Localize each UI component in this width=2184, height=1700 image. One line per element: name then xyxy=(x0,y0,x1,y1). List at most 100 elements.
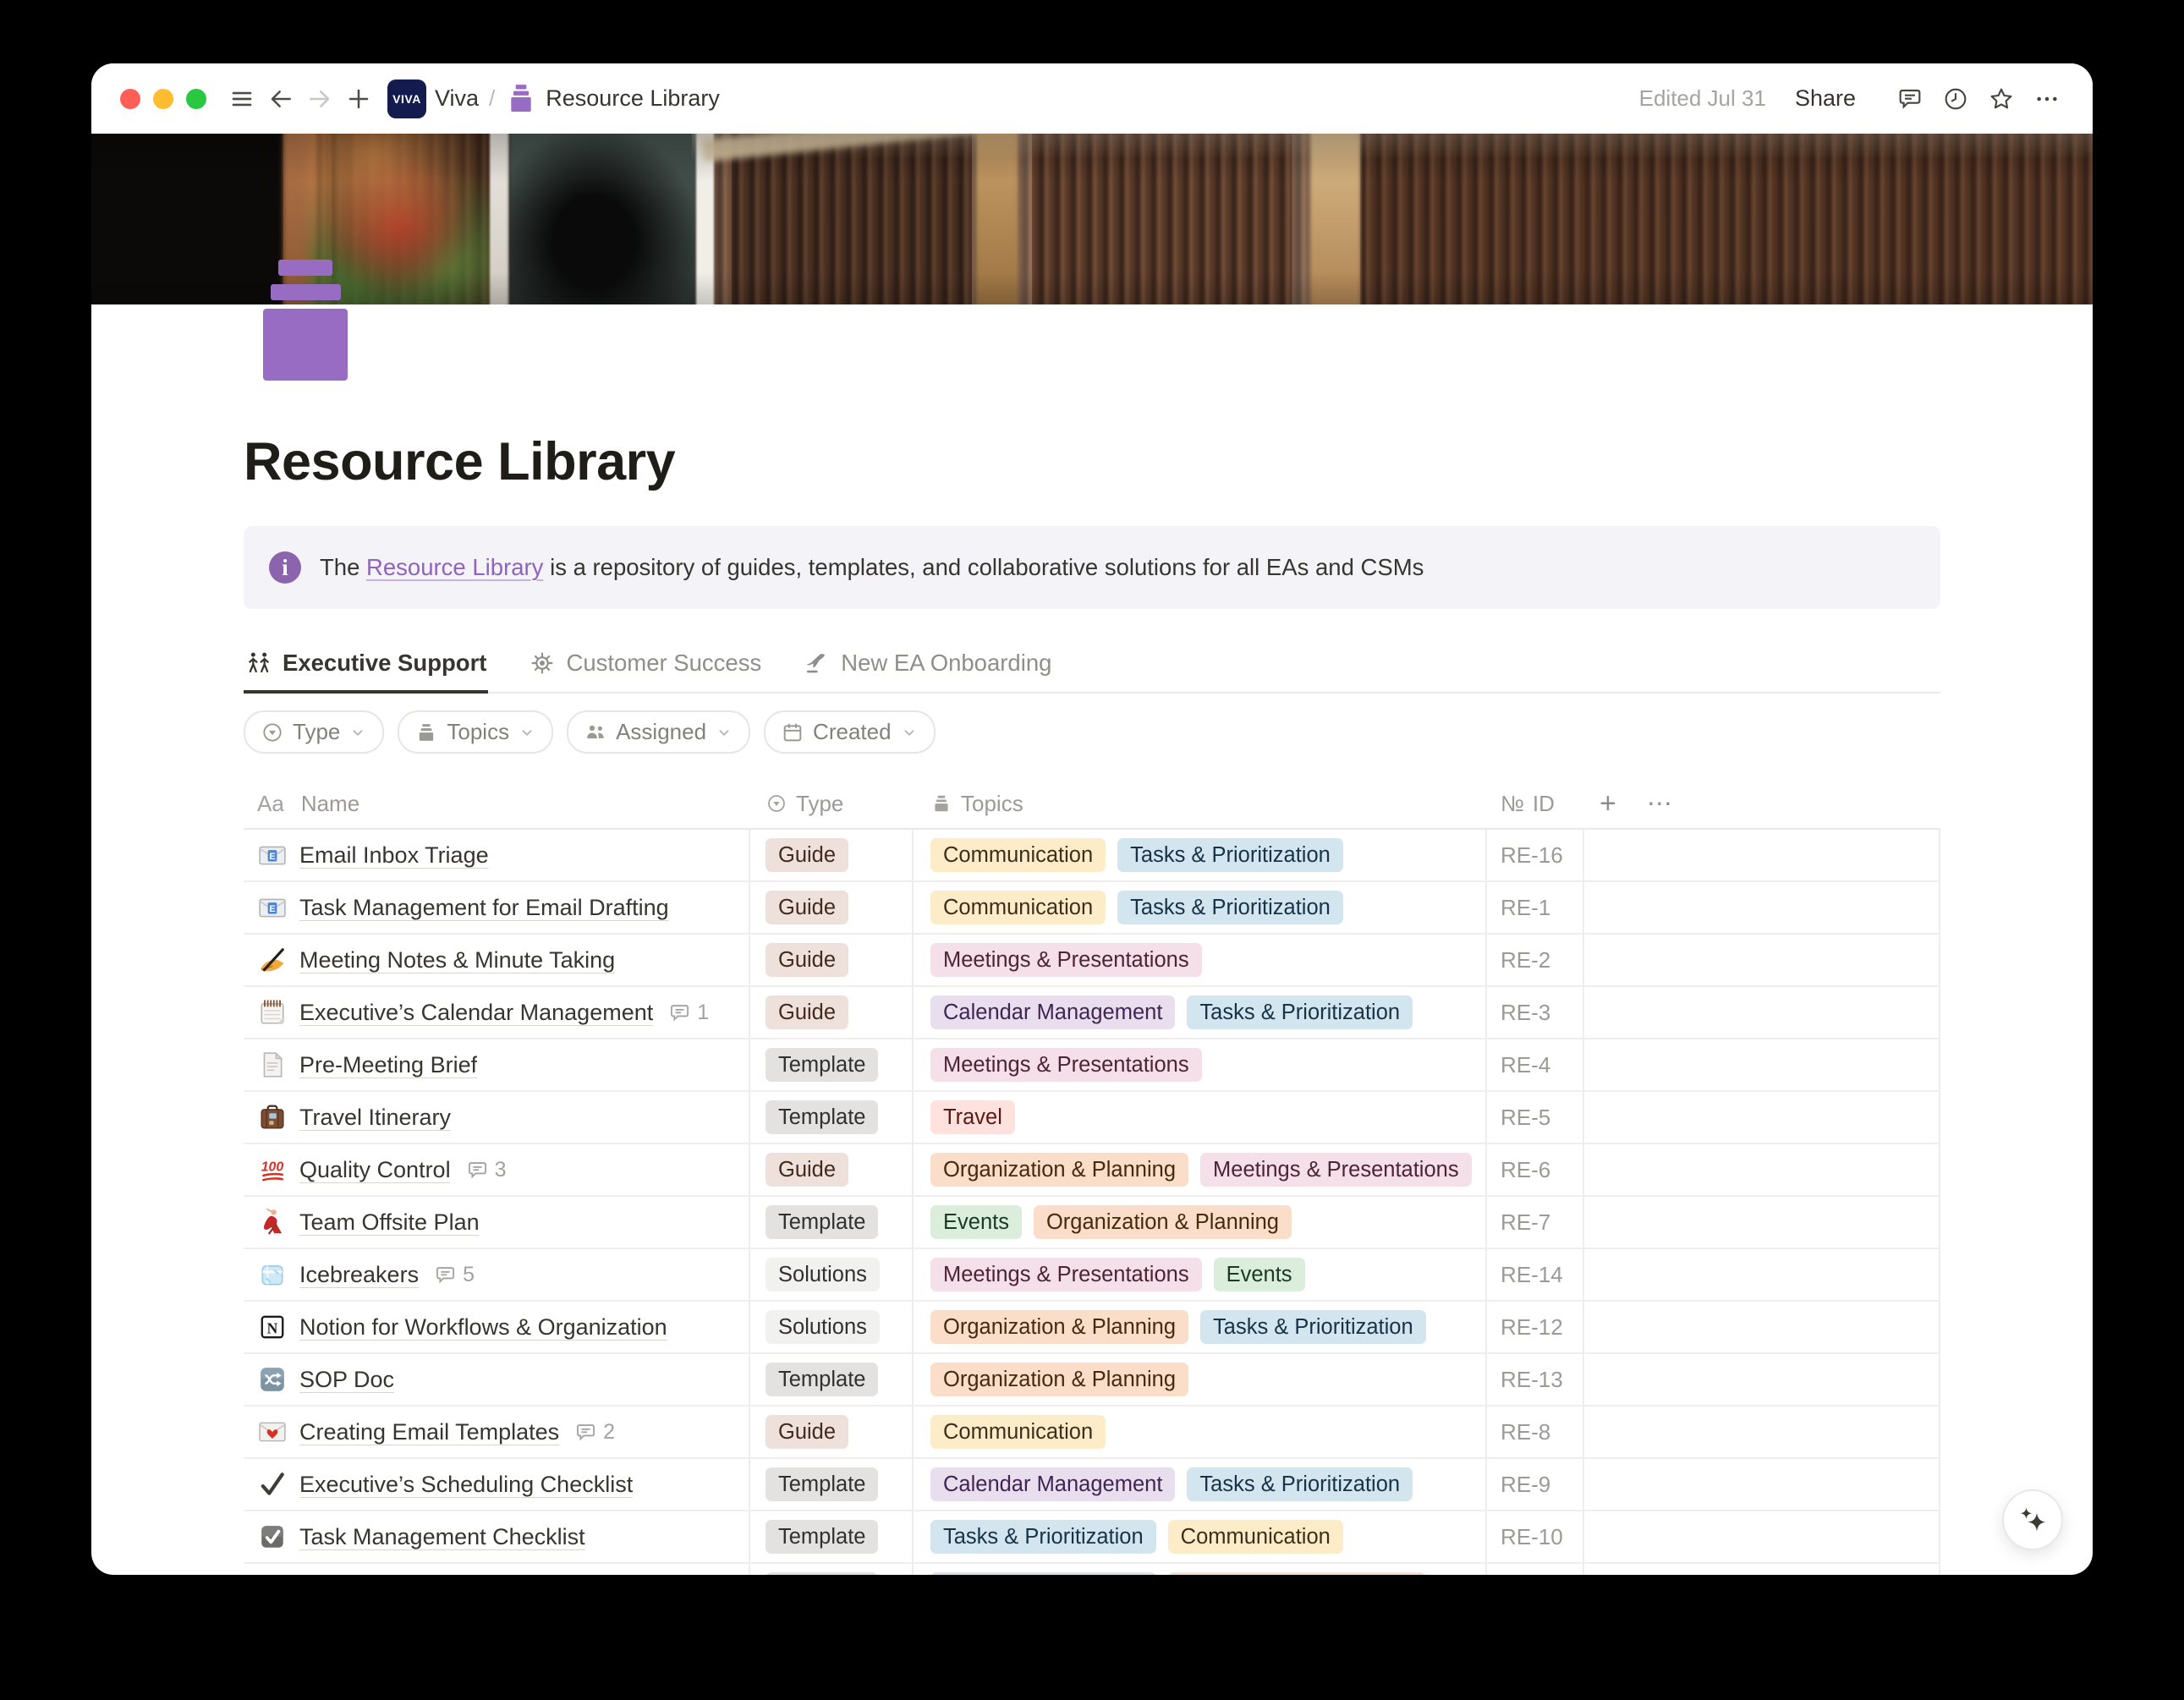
table-row[interactable]: Executive’s Calendar Management 1 GuideCal… xyxy=(244,987,1940,1039)
type-cell[interactable]: Solutions xyxy=(750,1249,914,1300)
row-title[interactable]: Meeting Notes & Minute Taking xyxy=(299,947,615,973)
id-cell[interactable]: RE-11 xyxy=(1487,1564,1584,1575)
ai-assistant-button[interactable] xyxy=(2002,1489,2063,1550)
breadcrumb-workspace[interactable]: Viva xyxy=(435,85,479,112)
row-title[interactable]: Pre-Meeting Brief xyxy=(299,1052,477,1078)
row-title[interactable]: Task Management for Email Drafting xyxy=(299,895,669,921)
table-row[interactable]: Task Management Checklist TemplateTasks &… xyxy=(244,1511,1940,1564)
filter-created[interactable]: Created xyxy=(764,710,936,754)
id-cell[interactable]: RE-3 xyxy=(1487,987,1584,1038)
row-title[interactable]: Creating Email Templates xyxy=(299,1419,559,1445)
breadcrumb-page[interactable]: Resource Library xyxy=(546,85,720,112)
column-header-topics[interactable]: Topics xyxy=(914,791,1487,817)
tab-executive-support[interactable]: Executive Support xyxy=(244,641,488,694)
callout-link[interactable]: Resource Library xyxy=(366,554,543,580)
topics-cell[interactable]: Calendar ManagementTasks & Prioritizatio… xyxy=(914,1459,1487,1510)
topics-cell[interactable]: Meetings & Presentations xyxy=(914,1039,1487,1090)
back-arrow-icon[interactable] xyxy=(264,82,298,116)
table-row[interactable]: EEmail Inbox TriageGuideCommunicationTas… xyxy=(244,830,1940,882)
column-header-id[interactable]: № ID xyxy=(1487,791,1584,817)
topics-cell[interactable]: CommunicationTasks & Prioritization xyxy=(914,830,1487,880)
table-row[interactable]: Team Offsite Plan TemplateEventsOrganizat… xyxy=(244,1197,1940,1249)
row-title[interactable]: Travel Itinerary xyxy=(299,1105,451,1131)
share-button[interactable]: Share xyxy=(1795,85,1856,112)
table-row[interactable]: SOP DocTemplateOrganization & PlanningRE… xyxy=(244,1354,1940,1407)
comment-count[interactable]: 3 xyxy=(466,1158,507,1182)
type-cell[interactable]: Guide xyxy=(750,987,914,1038)
forward-arrow-icon[interactable] xyxy=(303,82,337,116)
type-cell[interactable]: Template xyxy=(750,1511,914,1562)
zoom-button[interactable] xyxy=(186,89,206,109)
comments-icon[interactable] xyxy=(1893,82,1927,116)
id-cell[interactable]: RE-4 xyxy=(1487,1039,1584,1090)
topics-cell[interactable]: Organization & PlanningTasks & Prioritiz… xyxy=(914,1302,1487,1352)
id-cell[interactable]: RE-13 xyxy=(1487,1354,1584,1405)
type-cell[interactable]: Template xyxy=(750,1564,914,1575)
id-cell[interactable]: RE-5 xyxy=(1487,1092,1584,1143)
minimize-button[interactable] xyxy=(153,89,173,109)
workspace-logo[interactable]: VIVA xyxy=(387,80,426,118)
type-cell[interactable]: Template xyxy=(750,1092,914,1143)
comment-count[interactable]: 1 xyxy=(668,1001,709,1025)
id-cell[interactable]: RE-6 xyxy=(1487,1144,1584,1195)
add-column-button[interactable]: + xyxy=(1600,787,1616,820)
filter-assigned[interactable]: Assigned xyxy=(567,710,750,754)
type-cell[interactable]: Guide xyxy=(750,1144,914,1195)
filter-type[interactable]: Type xyxy=(244,710,384,754)
topics-cell[interactable]: Organization & PlanningMeetings & Presen… xyxy=(914,1144,1487,1195)
tab-new-ea-onboarding[interactable]: New EA Onboarding xyxy=(802,641,1053,694)
topics-cell[interactable]: Organization & Planning xyxy=(914,1354,1487,1405)
topics-cell[interactable]: CommunicationTasks & Prioritization xyxy=(914,882,1487,933)
column-header-name[interactable]: Aa Name xyxy=(244,791,750,817)
table-row[interactable]: Icebreakers5SolutionsMeetings & Presenta… xyxy=(244,1249,1940,1302)
page-title[interactable]: Resource Library xyxy=(244,431,1940,492)
more-options-icon[interactable] xyxy=(2030,82,2064,116)
row-title[interactable]: Team Offsite Plan xyxy=(299,1209,480,1236)
table-row[interactable]: 100Quality Control3GuideOrganization & P… xyxy=(244,1144,1940,1197)
row-title[interactable]: Notion for Workflows & Organization xyxy=(299,1314,667,1341)
table-row[interactable]: Creating Email Templates2GuideCommunicat… xyxy=(244,1407,1940,1459)
history-clock-icon[interactable] xyxy=(1939,82,1973,116)
table-row[interactable]: Executive’s Scheduling ChecklistTemplate… xyxy=(244,1459,1940,1511)
topics-cell[interactable]: Communication xyxy=(914,1407,1487,1457)
type-cell[interactable]: Solutions xyxy=(750,1302,914,1352)
id-cell[interactable]: RE-7 xyxy=(1487,1197,1584,1248)
topics-cell[interactable]: Calendar ManagementTasks & Prioritizatio… xyxy=(914,987,1487,1038)
type-cell[interactable]: Template xyxy=(750,1459,914,1510)
id-cell[interactable]: RE-10 xyxy=(1487,1511,1584,1562)
row-title[interactable]: SOP Doc xyxy=(299,1367,394,1393)
comment-count[interactable]: 5 xyxy=(434,1263,475,1287)
table-row[interactable]: Travel Itinerary TemplateTravelRE-5 xyxy=(244,1092,1940,1144)
type-cell[interactable]: Template xyxy=(750,1039,914,1090)
table-row[interactable]: Weekly BriefingTemplateTasks & Prioritiz… xyxy=(244,1564,1940,1575)
table-row[interactable]: NNotion for Workflows & OrganizationSolu… xyxy=(244,1302,1940,1354)
page-archive-icon[interactable] xyxy=(263,260,348,381)
id-cell[interactable]: RE-9 xyxy=(1487,1459,1584,1510)
topics-cell[interactable]: Tasks & PrioritizationOrganization & Pla… xyxy=(914,1564,1487,1575)
topics-cell[interactable]: Travel xyxy=(914,1092,1487,1143)
new-page-icon[interactable] xyxy=(342,82,376,116)
table-row[interactable]: Meeting Notes & Minute TakingGuideMeetin… xyxy=(244,935,1940,987)
row-title[interactable]: Quality Control xyxy=(299,1157,451,1183)
close-button[interactable] xyxy=(120,89,140,109)
type-cell[interactable]: Guide xyxy=(750,1407,914,1457)
topics-cell[interactable]: EventsOrganization & Planning xyxy=(914,1197,1487,1248)
row-title[interactable]: Executive’s Calendar Management xyxy=(299,1000,653,1026)
type-cell[interactable]: Guide xyxy=(750,935,914,985)
table-row[interactable]: ETask Management for Email DraftingGuide… xyxy=(244,882,1940,935)
row-title[interactable]: Icebreakers xyxy=(299,1262,419,1288)
row-title[interactable]: Task Management Checklist xyxy=(299,1524,585,1550)
type-cell[interactable]: Guide xyxy=(750,882,914,933)
menu-icon[interactable] xyxy=(225,82,259,116)
type-cell[interactable]: Template xyxy=(750,1197,914,1248)
tab-customer-success[interactable]: Customer Success xyxy=(527,641,763,694)
topics-cell[interactable]: Tasks & PrioritizationCommunication xyxy=(914,1511,1487,1562)
type-cell[interactable]: Guide xyxy=(750,830,914,880)
column-header-type[interactable]: Type xyxy=(750,791,914,817)
filter-topics[interactable]: Topics xyxy=(398,710,553,754)
id-cell[interactable]: RE-16 xyxy=(1487,830,1584,880)
row-title[interactable]: Email Inbox Triage xyxy=(299,842,489,869)
table-row[interactable]: Pre-Meeting Brief TemplateMeetings & Pres… xyxy=(244,1039,1940,1092)
id-cell[interactable]: RE-2 xyxy=(1487,935,1584,985)
id-cell[interactable]: RE-12 xyxy=(1487,1302,1584,1352)
